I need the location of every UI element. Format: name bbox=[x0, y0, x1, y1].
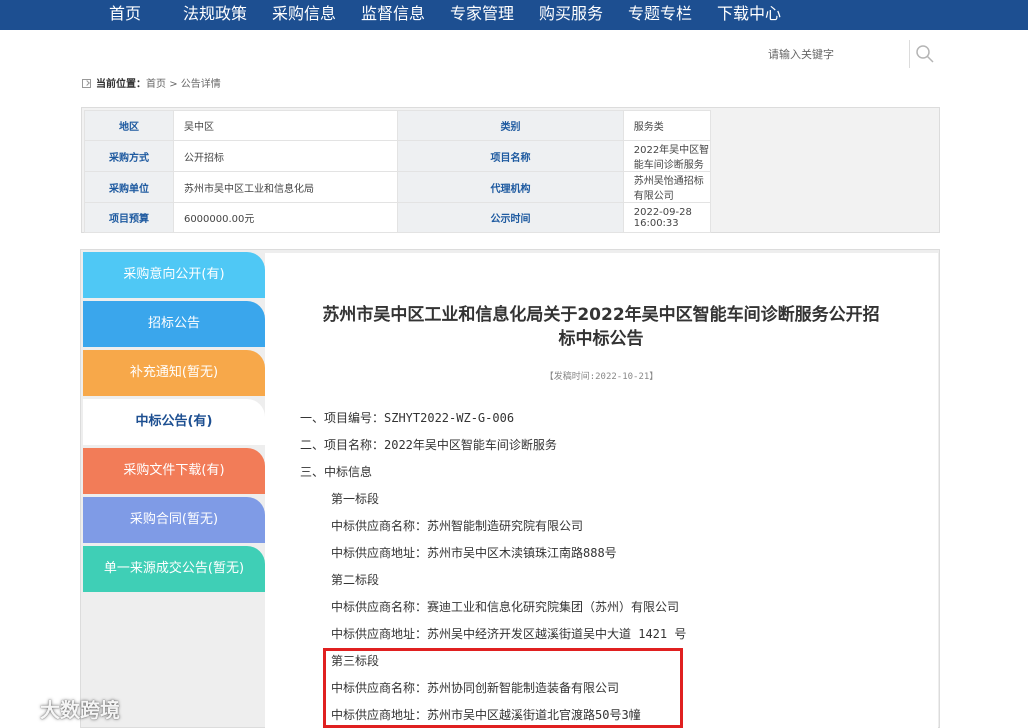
article-line-award-info: 三、中标信息 bbox=[300, 465, 373, 479]
info-label-region: 地区 bbox=[84, 110, 174, 141]
table-row: 采购方式 公开招标 项目名称 2022年吴中区智能车间诊断服务 bbox=[84, 140, 937, 172]
info-value-budget: 6000000.00元 bbox=[172, 202, 399, 233]
article-title-line-1: 苏州市吴中区工业和信息化局关于2022年吴中区智能车间诊断服务公开招 bbox=[322, 305, 880, 325]
info-value-method: 公开招标 bbox=[172, 140, 399, 172]
info-label-method: 采购方式 bbox=[84, 140, 174, 172]
watermark-text: 大数跨境 bbox=[40, 698, 120, 722]
info-label-project-name: 项目名称 bbox=[397, 140, 624, 172]
info-label-purchaser: 采购单位 bbox=[84, 171, 174, 203]
top-nav-bar: 首页 法规政策 采购信息 监督信息 专家管理 购买服务 专题专栏 下载中心 bbox=[0, 0, 1028, 30]
sidebar-tab-document-download[interactable]: 采购文件下载(有) bbox=[83, 448, 265, 494]
article-line-lot-1-supplier: 中标供应商名称：苏州智能制造研究院有限公司 bbox=[331, 519, 584, 533]
info-value-publish-time: 2022-09-28 16:00:33 bbox=[622, 202, 712, 233]
sidebar-tab-tender-notice[interactable]: 招标公告 bbox=[83, 301, 265, 347]
sidebar-tab-award-notice[interactable]: 中标公告(有) bbox=[83, 399, 265, 445]
sidebar-tab-single-source[interactable]: 单一来源成交公告(暂无) bbox=[83, 546, 265, 592]
article-title: 苏州市吴中区工业和信息化局关于2022年吴中区智能车间诊断服务公开招 标中标公告 bbox=[290, 303, 912, 351]
nav-item-purchase-services[interactable]: 购买服务 bbox=[539, 0, 603, 30]
info-value-project-name: 2022年吴中区智能车间诊断服务 bbox=[622, 140, 712, 172]
info-value-category: 服务类 bbox=[622, 110, 712, 141]
publish-time: 【发稿时间:2022-10-21】 bbox=[544, 372, 659, 382]
nav-item-procurement-info[interactable]: 采购信息 bbox=[272, 0, 336, 30]
article-line-lot-2: 第二标段 bbox=[331, 573, 380, 587]
search-input[interactable] bbox=[768, 44, 908, 64]
watermark-logo-icon bbox=[8, 698, 36, 720]
info-label-publish-time: 公示时间 bbox=[397, 202, 624, 233]
highlight-box bbox=[323, 648, 683, 728]
sidebar-tab-contract[interactable]: 采购合同(暂无) bbox=[83, 497, 265, 543]
info-label-budget: 项目预算 bbox=[84, 202, 174, 233]
sidebar-tab-supplementary-notice[interactable]: 补充通知(暂无) bbox=[83, 350, 265, 396]
breadcrumb-home-link[interactable]: 首页 bbox=[146, 79, 166, 90]
nav-item-home[interactable]: 首页 bbox=[109, 0, 141, 30]
breadcrumb-label: 当前位置： bbox=[96, 79, 146, 90]
breadcrumb-separator: > bbox=[169, 79, 178, 90]
article-line-lot-2-supplier: 中标供应商名称：赛迪工业和信息化研究院集团（苏州）有限公司 bbox=[331, 600, 680, 614]
table-row: 采购单位 苏州市吴中区工业和信息化局 代理机构 苏州吴怡通招标有限公司 bbox=[84, 171, 937, 203]
search-icon[interactable] bbox=[914, 43, 936, 65]
location-arrow-icon bbox=[82, 79, 91, 88]
table-row: 项目预算 6000000.00元 公示时间 2022-09-28 16:00:3… bbox=[84, 202, 937, 233]
search-divider bbox=[909, 40, 910, 68]
project-info-table: 地区 吴中区 类别 服务类 采购方式 公开招标 项目名称 2022年吴中区智能车… bbox=[81, 107, 940, 233]
nav-item-experts[interactable]: 专家管理 bbox=[450, 0, 514, 30]
nav-item-special-topics[interactable]: 专题专栏 bbox=[628, 0, 692, 30]
breadcrumb: 当前位置：首页 > 公告详情 bbox=[82, 75, 221, 90]
article-line-lot-2-address: 中标供应商地址：苏州吴中经济开发区越溪街道吴中大道 1421 号 bbox=[331, 627, 687, 641]
sidebar-tab-procurement-intent[interactable]: 采购意向公开(有) bbox=[83, 252, 265, 298]
info-value-purchaser: 苏州市吴中区工业和信息化局 bbox=[172, 171, 399, 203]
nav-item-downloads[interactable]: 下载中心 bbox=[717, 0, 781, 30]
article-title-line-2: 标中标公告 bbox=[558, 329, 644, 349]
article-line-project-number: 一、项目编号：SZHYT2022-WZ-G-006 bbox=[300, 411, 515, 425]
article-line-lot-1-address: 中标供应商地址：苏州市吴中区木渎镇珠江南路888号 bbox=[331, 546, 617, 560]
article-line-project-name: 二、项目名称：2022年吴中区智能车间诊断服务 bbox=[300, 438, 557, 452]
table-row: 地区 吴中区 类别 服务类 bbox=[84, 110, 937, 141]
article-line-lot-1: 第一标段 bbox=[331, 492, 380, 506]
nav-item-supervision[interactable]: 监督信息 bbox=[361, 0, 425, 30]
info-value-region: 吴中区 bbox=[172, 110, 399, 141]
watermark: 大数跨境 bbox=[8, 694, 120, 724]
breadcrumb-current: 公告详情 bbox=[180, 79, 221, 90]
info-label-category: 类别 bbox=[397, 110, 624, 141]
info-label-agency: 代理机构 bbox=[397, 171, 624, 203]
nav-item-regulations[interactable]: 法规政策 bbox=[183, 0, 247, 30]
info-value-agency: 苏州吴怡通招标有限公司 bbox=[622, 171, 712, 203]
